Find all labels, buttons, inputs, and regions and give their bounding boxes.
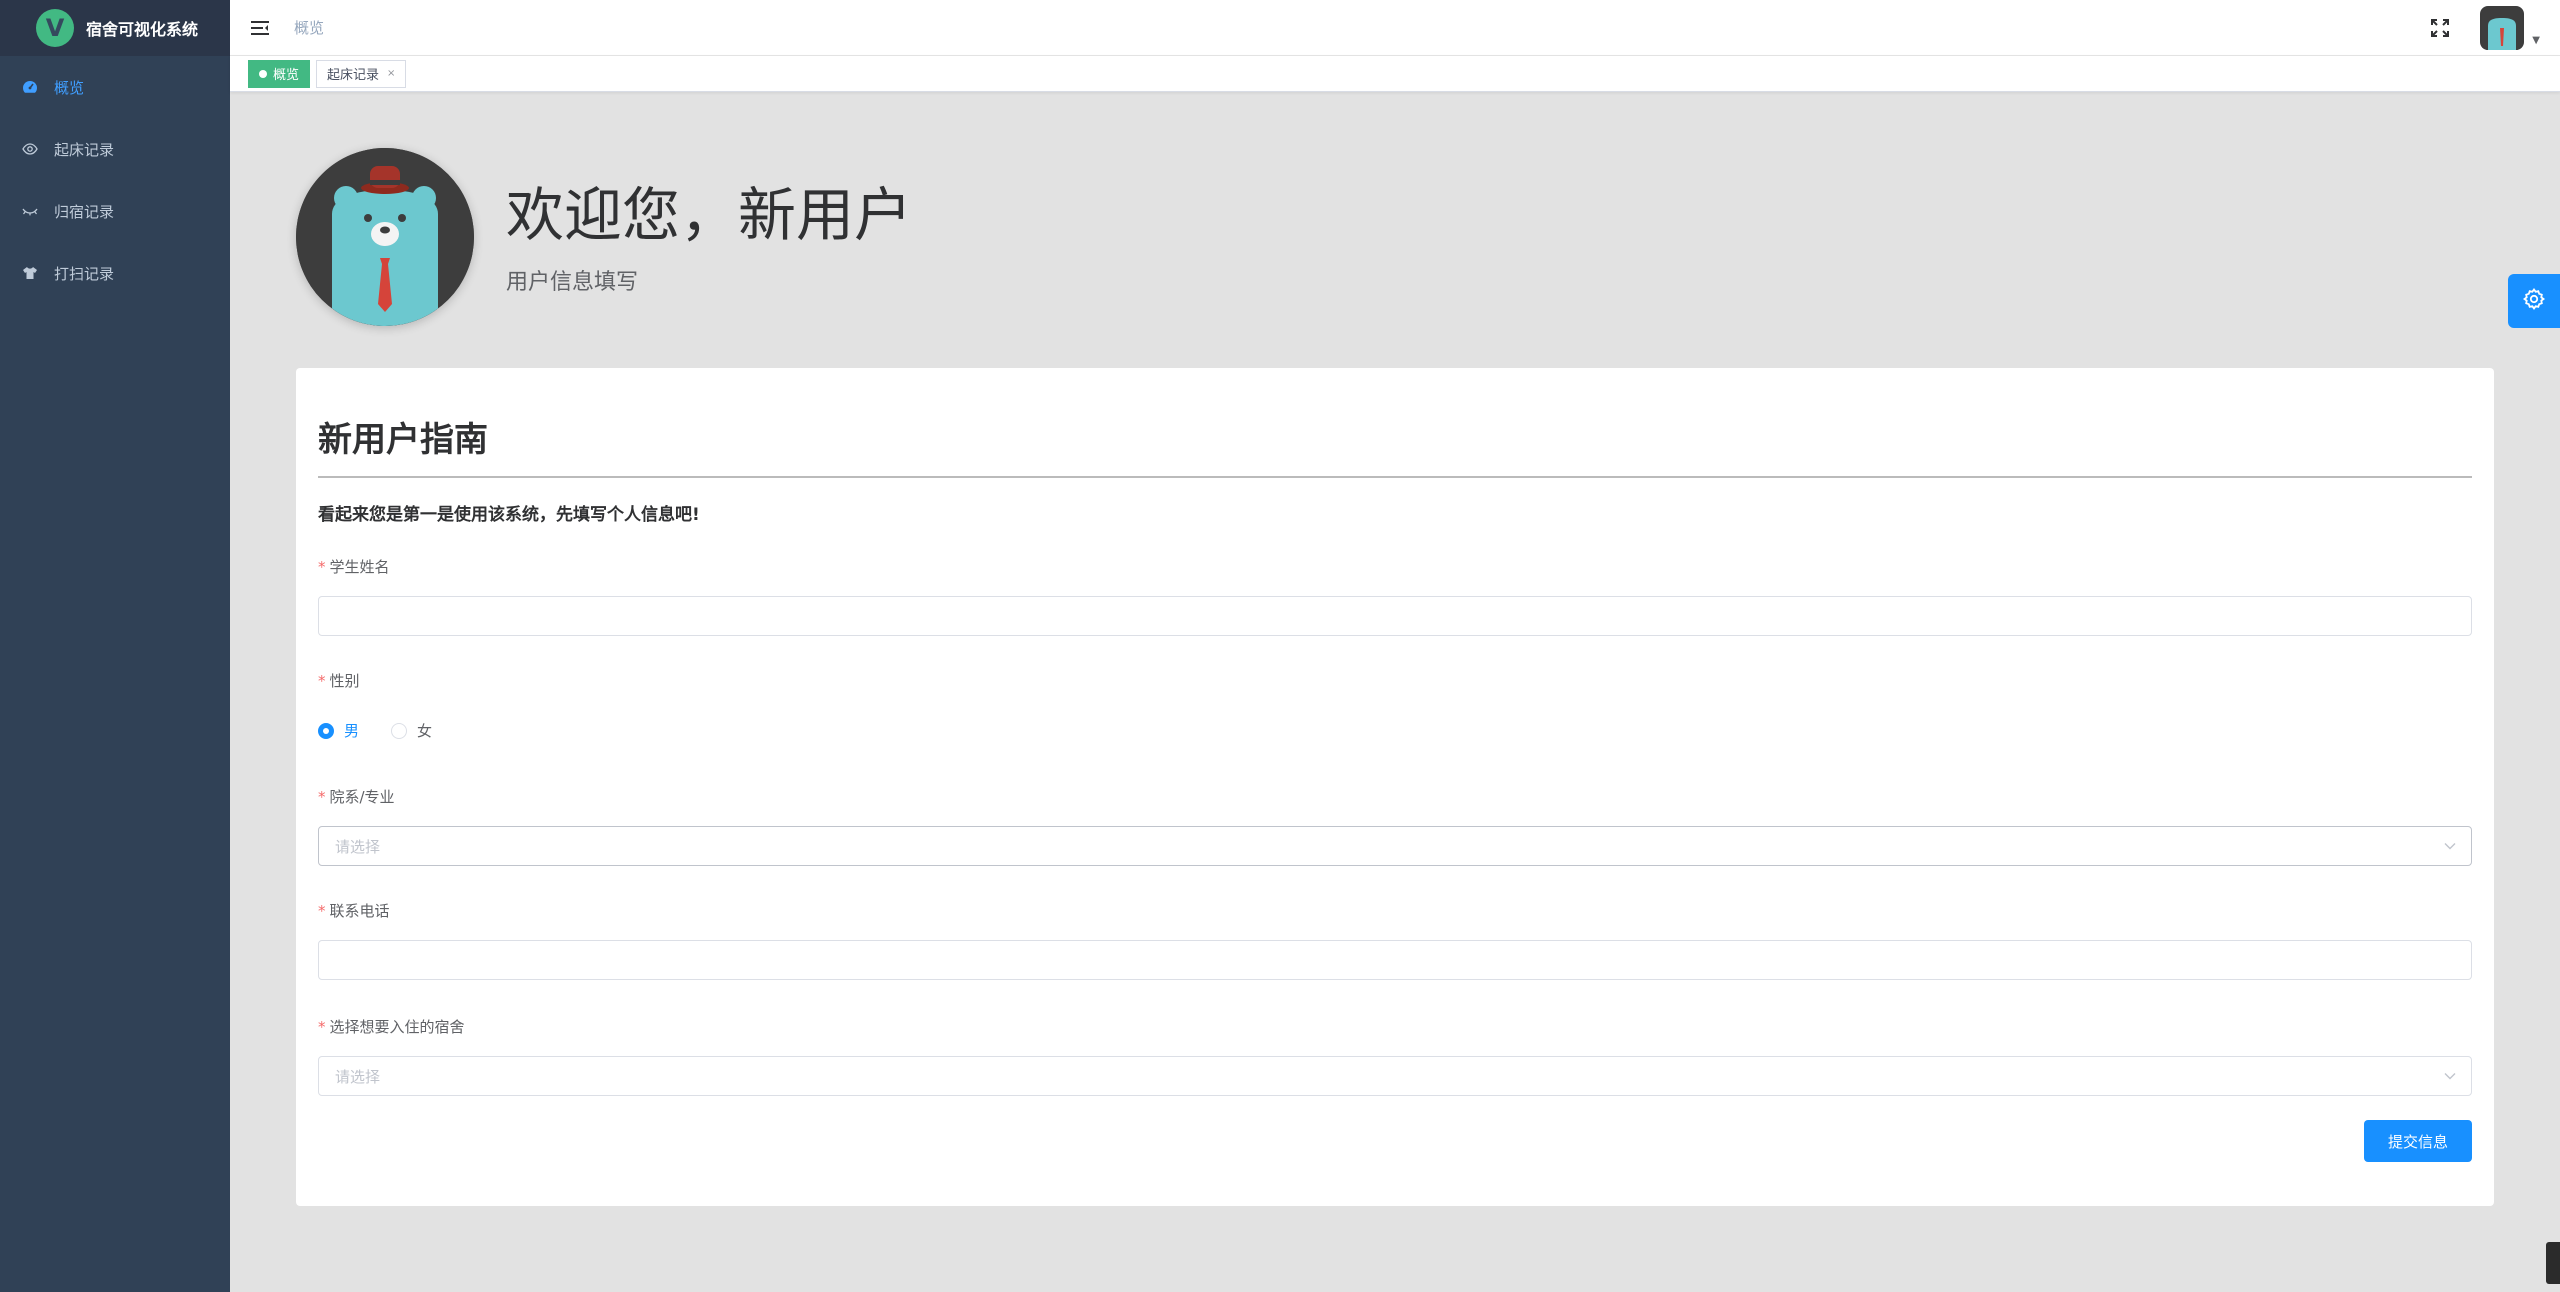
- card-intro: 看起来您是第一是使用该系统，先填写个人信息吧!: [318, 505, 700, 525]
- eye-closed-icon: [22, 203, 38, 219]
- tags-view: 概览 起床记录 ×: [230, 56, 2560, 92]
- welcome-subtitle: 用户信息填写: [506, 270, 639, 295]
- sidebar-item-cleaning-records[interactable]: 打扫记录: [0, 242, 230, 304]
- chevron-down-icon[interactable]: ▼: [2532, 35, 2540, 46]
- name-label: * 学生姓名: [318, 556, 390, 577]
- fullscreen-icon[interactable]: [2428, 16, 2452, 40]
- app-title: 宿舍可视化系统: [86, 20, 199, 39]
- dorm-label-text: 选择想要入住的宿舍: [329, 1018, 465, 1036]
- sidebar-item-wakeup-records[interactable]: 起床记录: [0, 118, 230, 180]
- vue-logo-icon: V: [36, 9, 74, 47]
- logo-bar[interactable]: V 宿舍可视化系统: [0, 0, 230, 56]
- required-asterisk: *: [318, 902, 326, 920]
- phone-input[interactable]: [318, 940, 2472, 980]
- sidebar-item-label: 概览: [54, 78, 85, 97]
- submit-button[interactable]: 提交信息: [2364, 1120, 2472, 1162]
- gender-radio-female[interactable]: 女: [391, 720, 432, 741]
- chevron-down-icon: [2443, 839, 2457, 857]
- tag-label: 起床记录: [327, 68, 380, 83]
- gender-label-text: 性别: [329, 672, 360, 690]
- sidebar-item-label: 归宿记录: [54, 202, 115, 221]
- dorm-label: * 选择想要入住的宿舍: [318, 1016, 465, 1037]
- required-asterisk: *: [318, 788, 326, 806]
- sidebar-item-label: 起床记录: [54, 140, 115, 159]
- chevron-down-icon: [2443, 1069, 2457, 1087]
- tag-label: 概览: [273, 68, 300, 83]
- sidebar-item-return-records[interactable]: 归宿记录: [0, 180, 230, 242]
- radio-label: 男: [344, 722, 360, 740]
- required-asterisk: *: [318, 672, 326, 690]
- eye-icon: [22, 141, 38, 157]
- gender-radio-male[interactable]: 男: [318, 720, 359, 741]
- gender-radio-group: 男 女: [318, 720, 464, 741]
- department-label-text: 院系/专业: [329, 788, 395, 806]
- phone-label-text: 联系电话: [329, 902, 390, 920]
- phone-label: * 联系电话: [318, 900, 390, 921]
- user-avatar[interactable]: [2480, 6, 2525, 50]
- gender-label: * 性别: [318, 670, 360, 691]
- welcome-title: 欢迎您，新用户: [506, 181, 913, 249]
- name-input[interactable]: [318, 596, 2472, 636]
- department-label: * 院系/专业: [318, 786, 395, 807]
- shirt-icon: [22, 265, 38, 281]
- active-dot-icon: [259, 69, 267, 78]
- radio-label: 女: [417, 722, 433, 740]
- tag-overview[interactable]: 概览: [248, 59, 311, 88]
- bear-avatar-image: [296, 148, 474, 326]
- hamburger-icon[interactable]: [250, 18, 270, 38]
- dashboard-icon: [22, 79, 38, 95]
- divider: [318, 476, 2472, 478]
- top-navbar: 概览 ▼: [230, 0, 2560, 56]
- card-title: 新用户指南: [318, 420, 488, 460]
- dorm-select[interactable]: 请选择: [318, 1056, 2472, 1096]
- welcome-section: 欢迎您，新用户 用户信息填写: [296, 148, 912, 326]
- gear-icon: [2522, 287, 2546, 315]
- name-label-text: 学生姓名: [329, 558, 390, 576]
- settings-button[interactable]: [2508, 274, 2560, 328]
- tag-wakeup-records[interactable]: 起床记录 ×: [316, 59, 407, 88]
- radio-circle: [391, 722, 408, 739]
- required-asterisk: *: [318, 558, 326, 576]
- department-select[interactable]: 请选择: [318, 826, 2472, 866]
- scroll-handle[interactable]: [2546, 1242, 2560, 1284]
- breadcrumb: 概览: [294, 19, 325, 37]
- required-asterisk: *: [318, 1018, 326, 1036]
- new-user-guide-card: 新用户指南 看起来您是第一是使用该系统，先填写个人信息吧! * 学生姓名 * 性别 …: [296, 368, 2494, 1206]
- sidebar: V 宿舍可视化系统 概览 起床记录 归宿记录 打扫记录: [0, 0, 230, 1292]
- select-placeholder: 请选择: [335, 1067, 381, 1086]
- sidebar-item-label: 打扫记录: [54, 264, 115, 283]
- radio-circle: [318, 722, 334, 739]
- sidebar-item-overview[interactable]: 概览: [0, 56, 230, 118]
- select-placeholder: 请选择: [335, 837, 381, 856]
- close-icon[interactable]: ×: [387, 68, 395, 79]
